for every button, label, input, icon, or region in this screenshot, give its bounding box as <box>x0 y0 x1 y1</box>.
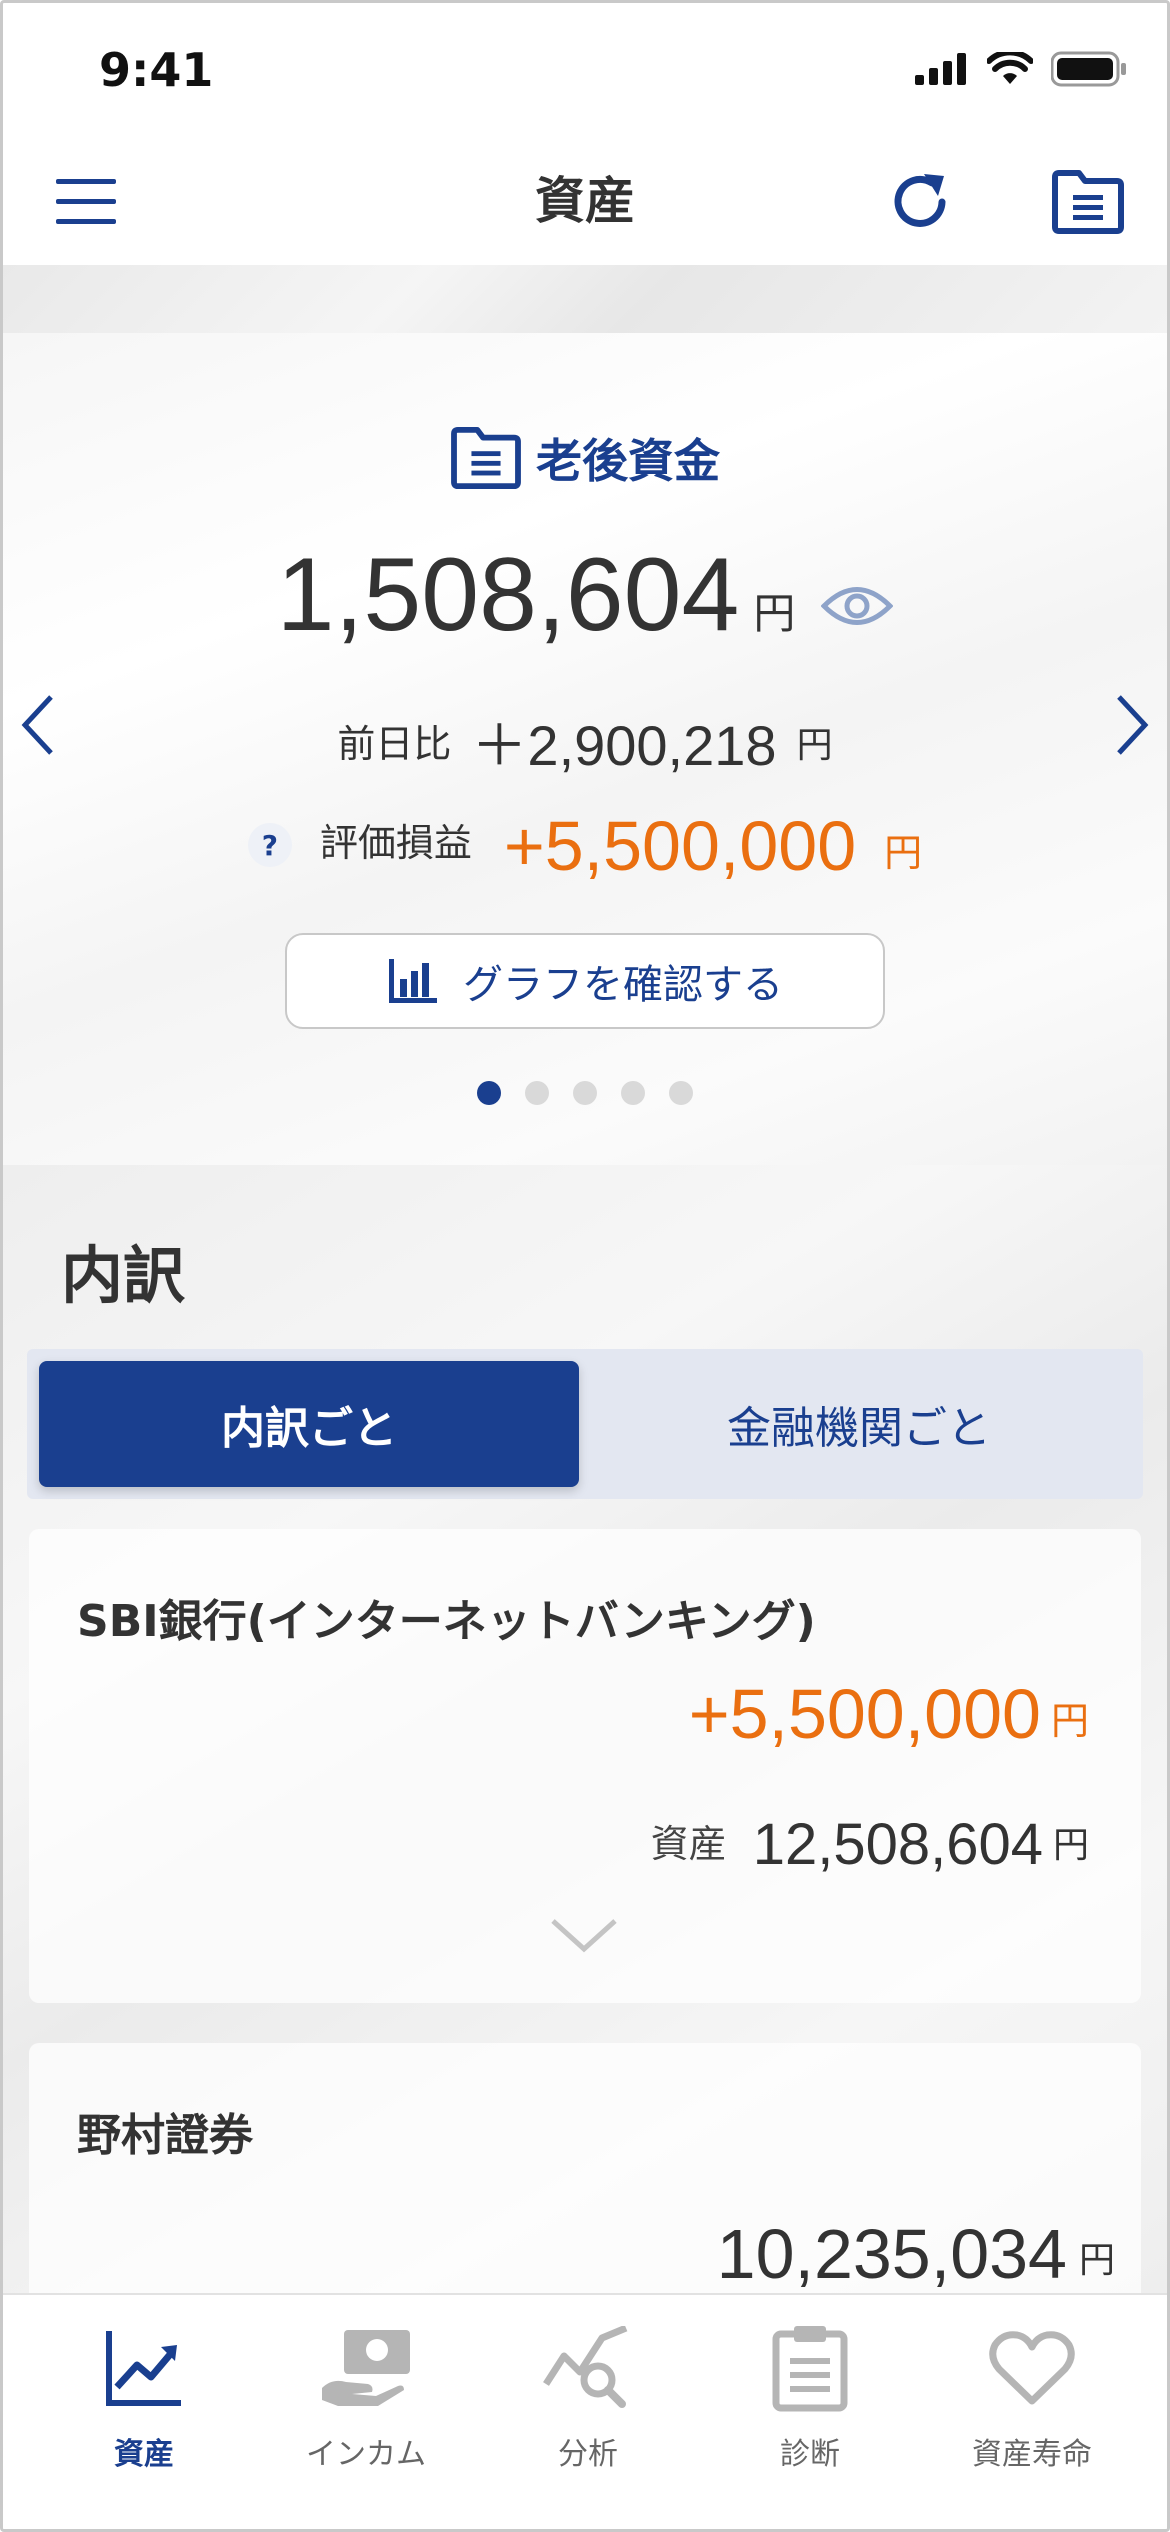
total-amount-row: 1,508,604 円 <box>3 543 1167 647</box>
app-frame: 9:41 資産 老後資金 1,508,604 円 前日比 ＋2,900,218 … <box>0 0 1170 2532</box>
eye-icon[interactable] <box>821 583 894 629</box>
tab-by-category[interactable]: 内訳ごと <box>39 1361 579 1487</box>
page-dot[interactable] <box>621 1081 645 1105</box>
account-asset-value: 10,235,034 <box>716 2215 1067 2293</box>
portfolio-name: 老後資金 <box>536 434 720 488</box>
account-asset-value: 12,508,604 <box>752 1812 1043 1877</box>
bar-chart-icon <box>389 959 437 1003</box>
page-dot[interactable] <box>477 1081 501 1105</box>
profit-loss-unit: 円 <box>884 831 923 875</box>
heart-icon <box>989 2331 1075 2405</box>
signal-icon <box>915 53 966 85</box>
tab-label: 分析 <box>558 2437 618 2472</box>
prev-day-label: 前日比 <box>337 722 452 766</box>
breakdown-segmented-control: 内訳ごと 金融機関ごと <box>27 1349 1143 1499</box>
tab-diagnosis[interactable]: 診断 <box>693 2305 927 2505</box>
tab-asset-longevity[interactable]: 資産寿命 <box>915 2305 1149 2505</box>
tab-income[interactable]: インカム <box>249 2305 483 2505</box>
chart-up-icon <box>106 2331 181 2406</box>
tab-assets[interactable]: 資産 <box>27 2305 261 2505</box>
wifi-icon <box>987 52 1033 84</box>
account-asset-row: 10,235,034 円 <box>717 2219 1115 2289</box>
tab-label: 資産 <box>114 2437 174 2472</box>
account-pl-value: +5,500,000 <box>688 1675 1041 1753</box>
help-icon[interactable]: ? <box>247 823 292 867</box>
page-dot[interactable] <box>525 1081 549 1105</box>
portfolio-name-row: 老後資金 <box>3 425 1167 491</box>
folder-icon <box>451 426 521 490</box>
account-pl-unit: 円 <box>1050 1699 1089 1743</box>
breakdown-title: 内訳 <box>61 1239 186 1312</box>
tab-label: 資産寿命 <box>972 2437 1092 2472</box>
account-name: SBI銀行(インターネットバンキング) <box>77 1596 816 1647</box>
profit-loss-value: +5,500,000 <box>503 807 857 885</box>
total-amount: 1,508,604 <box>276 537 740 653</box>
page-dot[interactable] <box>669 1081 693 1105</box>
account-name: 野村證券 <box>77 2110 253 2161</box>
status-time: 9:41 <box>99 43 214 97</box>
prev-day-row: 前日比 ＋2,900,218 円 <box>3 713 1167 774</box>
account-pl-row: +5,500,000 円 <box>689 1679 1089 1749</box>
tab-analysis[interactable]: 分析 <box>471 2305 705 2505</box>
view-graph-button[interactable]: グラフを確認する <box>285 933 885 1029</box>
total-amount-unit: 円 <box>753 589 796 638</box>
status-bar: 9:41 <box>3 3 1167 133</box>
income-icon <box>322 2330 410 2406</box>
tab-by-institution[interactable]: 金融機関ごと <box>587 1361 1131 1487</box>
analysis-icon <box>543 2326 628 2408</box>
breakdown-section: 内訳 内訳ごと 金融機関ごと SBI銀行(インターネットバンキング) +5,50… <box>3 1165 1167 2343</box>
account-asset-label: 資産 <box>650 1822 727 1866</box>
refresh-button[interactable] <box>875 157 965 247</box>
folder-button[interactable] <box>1043 157 1133 247</box>
battery-icon <box>1051 51 1126 87</box>
account-asset-row: 資産 12,508,604 円 <box>651 1813 1089 1874</box>
bottom-tab-bar: 資産 インカム 分析 診断 資産寿命 <box>3 2293 1167 2529</box>
page-dot[interactable] <box>573 1081 597 1105</box>
status-icons <box>915 51 1127 87</box>
chevron-down-icon[interactable] <box>549 1915 619 1955</box>
refresh-icon <box>894 174 946 227</box>
tab-label: 診断 <box>780 2437 840 2472</box>
account-asset-unit: 円 <box>1078 2240 1115 2281</box>
nav-bar: 資産 <box>3 133 1167 265</box>
view-graph-label: グラフを確認する <box>463 962 783 1008</box>
page-title: 資産 <box>535 172 635 230</box>
page-indicator <box>3 1081 1167 1105</box>
prev-day-unit: 円 <box>796 725 833 766</box>
clipboard-icon <box>772 2326 848 2412</box>
prev-day-value: ＋2,900,218 <box>471 714 777 777</box>
profit-loss-row: ? 評価損益 +5,500,000 円 <box>3 811 1167 881</box>
account-card[interactable]: SBI銀行(インターネットバンキング) +5,500,000 円 資産 12,5… <box>29 1529 1141 2003</box>
account-asset-unit: 円 <box>1052 1825 1089 1866</box>
asset-summary-card: 老後資金 1,508,604 円 前日比 ＋2,900,218 円 ? 評価損益… <box>3 333 1167 1165</box>
profit-loss-label: 評価損益 <box>319 821 472 865</box>
background-strip <box>3 265 1167 333</box>
tab-label: インカム <box>306 2437 426 2472</box>
folder-icon <box>1052 170 1124 234</box>
